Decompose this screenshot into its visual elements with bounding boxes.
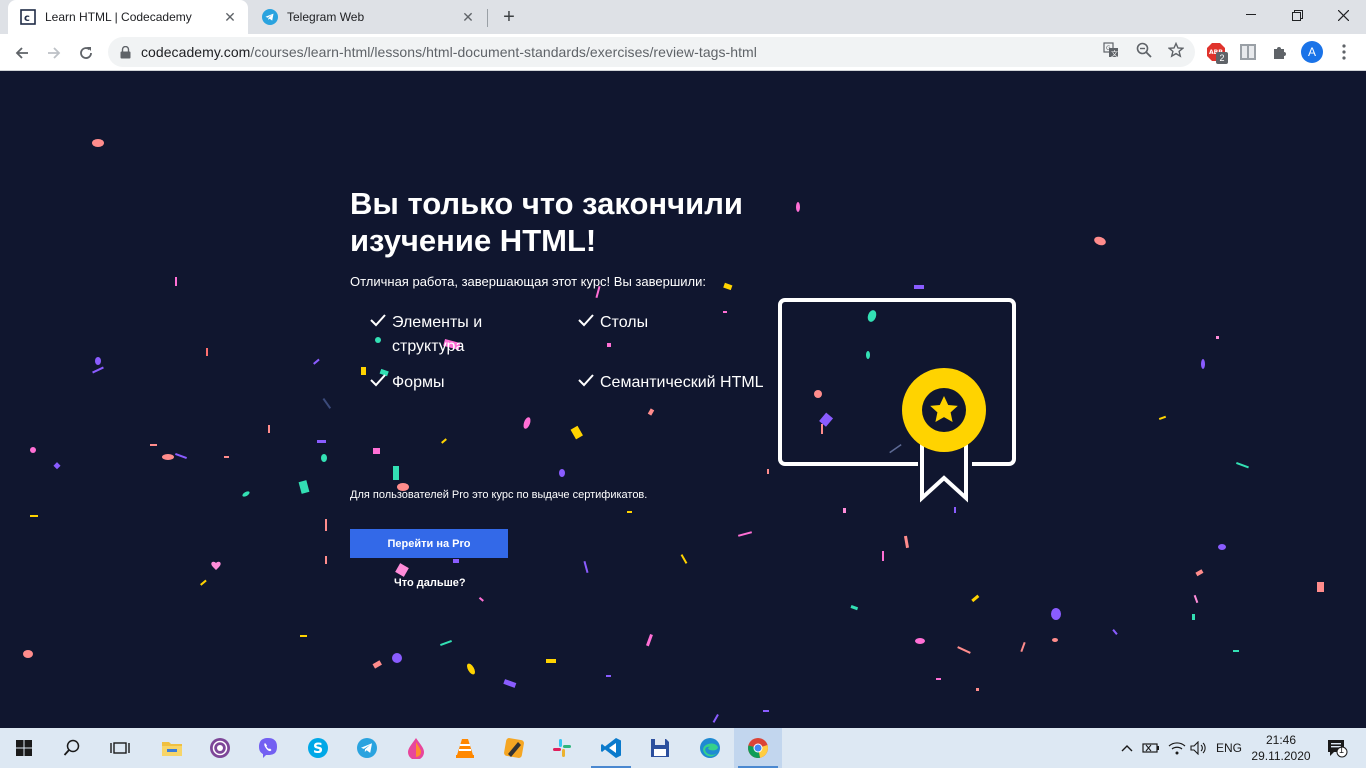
extension-image-icon[interactable]	[1238, 42, 1258, 62]
svg-text:c: c	[24, 13, 30, 24]
checkmark-icon	[370, 371, 392, 395]
checkmark-icon	[578, 311, 600, 335]
notifications-icon[interactable]: 1	[1320, 728, 1354, 768]
skype-icon[interactable]: S	[294, 728, 342, 768]
lock-icon	[120, 45, 132, 59]
show-hidden-icons-chevron-icon[interactable]	[1118, 728, 1136, 768]
drop-app-icon[interactable]	[392, 728, 440, 768]
start-button[interactable]	[0, 728, 48, 768]
search-icon[interactable]	[48, 728, 96, 768]
completed-item: Семантический HTML	[578, 371, 764, 395]
input-language-indicator[interactable]: ENG	[1213, 728, 1245, 768]
clock-time: 21:46	[1265, 733, 1297, 747]
extensions-puzzle-icon[interactable]	[1270, 42, 1290, 62]
completed-item-label: Формы	[392, 374, 445, 391]
tab-title: Learn HTML | Codecademy	[45, 10, 192, 24]
svg-text:G: G	[1106, 45, 1111, 52]
checkmark-icon	[578, 371, 600, 395]
checkmark-icon	[370, 311, 392, 359]
whats-next-link[interactable]: Что дальше?	[394, 577, 466, 589]
url-host: codecademy.com	[141, 44, 251, 60]
certificate-illustration	[778, 298, 1016, 503]
adblock-count-badge: 2	[1216, 52, 1228, 64]
forward-button[interactable]	[40, 39, 68, 67]
chrome-icon[interactable]	[734, 728, 782, 768]
vlc-icon[interactable]	[441, 728, 489, 768]
close-window-button[interactable]	[1320, 0, 1366, 30]
close-tab-icon[interactable]: ✕	[222, 9, 238, 25]
translate-icon[interactable]: 文G	[1102, 41, 1120, 59]
minimize-button[interactable]	[1228, 0, 1274, 30]
edge-icon[interactable]	[686, 728, 734, 768]
address-bar[interactable]: codecademy.com/courses/learn-html/lesson…	[108, 37, 1195, 67]
url-path: /courses/learn-html/lessons/html-documen…	[250, 44, 757, 60]
volume-icon[interactable]	[1188, 728, 1210, 768]
windows-taskbar: S ENG 21:46 29.11.2020 1	[0, 728, 1366, 768]
telegram-icon[interactable]	[343, 728, 391, 768]
menu-kebab-icon[interactable]	[1334, 42, 1354, 62]
viber-icon[interactable]	[244, 728, 292, 768]
completed-item-label: Семантический HTML	[600, 374, 764, 391]
clock-date: 29.11.2020	[1251, 749, 1311, 763]
wifi-icon[interactable]	[1166, 728, 1188, 768]
course-complete-page: Вы только что закончили изучение HTML! О…	[0, 71, 1366, 728]
save-disk-icon[interactable]	[636, 728, 684, 768]
file-explorer-icon[interactable]	[148, 728, 196, 768]
browser-tabstrip: c Learn HTML | Codecademy ✕ Telegram Web…	[0, 0, 1366, 34]
tab-telegram[interactable]: Telegram Web ✕	[250, 0, 486, 34]
go-pro-button[interactable]: Перейти на Pro	[350, 529, 508, 558]
back-button[interactable]	[8, 39, 36, 67]
pencil-app-icon[interactable]	[490, 728, 538, 768]
completed-item-label: Столы	[600, 314, 649, 331]
telegram-icon	[262, 9, 278, 25]
completed-item: Формы	[370, 371, 444, 395]
vscode-icon[interactable]	[587, 728, 635, 768]
tor-browser-icon[interactable]	[196, 728, 244, 768]
close-tab-icon[interactable]: ✕	[460, 9, 476, 25]
browser-toolbar: codecademy.com/courses/learn-html/lesson…	[0, 34, 1366, 71]
notification-count: 1	[1339, 745, 1345, 755]
tab-divider	[487, 9, 488, 27]
completed-item: Элементы и структура	[370, 311, 540, 359]
tab-title: Telegram Web	[287, 10, 365, 24]
restore-button[interactable]	[1274, 0, 1320, 30]
confetti-decoration	[23, 139, 1324, 723]
slack-icon[interactable]	[538, 728, 586, 768]
task-view-icon[interactable]	[96, 728, 144, 768]
url-text: codecademy.com/courses/learn-html/lesson…	[141, 44, 757, 60]
completion-intro: Отличная работа, завершающая этот курс! …	[350, 274, 706, 289]
bookmark-star-icon[interactable]	[1167, 41, 1185, 59]
pro-certificate-note: Для пользователей Pro это курс по выдаче…	[350, 489, 648, 501]
profile-avatar[interactable]: A	[1301, 41, 1323, 63]
page-title: Вы только что закончили изучение HTML!	[350, 186, 743, 258]
completed-item: Столы	[578, 311, 648, 335]
svg-text:S: S	[313, 741, 323, 757]
codecademy-icon: c	[20, 9, 36, 25]
reload-button[interactable]	[72, 39, 100, 67]
tab-codecademy[interactable]: c Learn HTML | Codecademy ✕	[8, 0, 248, 34]
new-tab-button[interactable]: +	[498, 6, 520, 28]
zoom-icon[interactable]	[1135, 41, 1153, 59]
battery-icon[interactable]	[1140, 728, 1162, 768]
svg-text:文: 文	[1111, 49, 1118, 58]
completed-item-label: Элементы и структура	[392, 314, 483, 355]
system-clock[interactable]: 21:46 29.11.2020	[1250, 732, 1312, 764]
